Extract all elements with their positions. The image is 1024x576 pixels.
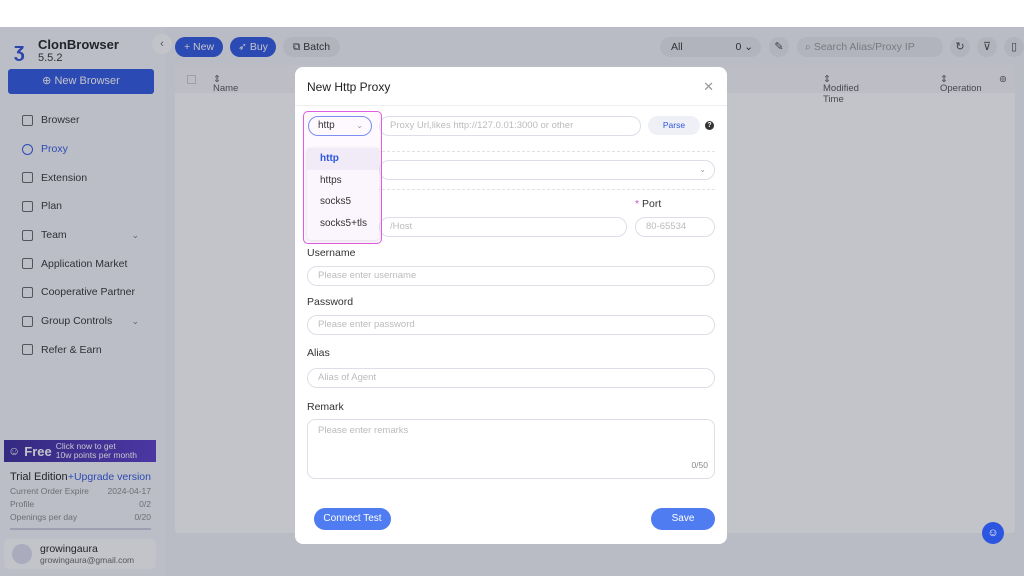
- chevron-down-icon: ⌄: [356, 121, 363, 130]
- support-button[interactable]: ☺: [982, 522, 1004, 544]
- type-select[interactable]: ⌄: [379, 160, 715, 180]
- remark-counter: 0/50: [691, 460, 708, 470]
- port-label: * Port: [635, 198, 662, 210]
- option-socks5[interactable]: socks5: [307, 191, 379, 213]
- protocol-dropdown: http https socks5 socks5+tls: [307, 148, 379, 240]
- divider: [295, 105, 727, 106]
- remark-textarea[interactable]: Please enter remarks 0/50: [307, 419, 715, 479]
- remark-label: Remark: [307, 401, 344, 413]
- parse-button[interactable]: Parse: [648, 116, 700, 135]
- dialog-title: New Http Proxy: [307, 80, 391, 94]
- top-strip: [0, 0, 1024, 27]
- port-input[interactable]: 80-65534: [635, 217, 715, 237]
- password-label: Password: [307, 296, 354, 308]
- password-input[interactable]: Please enter password: [307, 315, 715, 335]
- username-input[interactable]: Please enter username: [307, 266, 715, 286]
- close-icon[interactable]: ✕: [703, 79, 714, 95]
- remark-placeholder: Please enter remarks: [318, 425, 409, 436]
- protocol-value: http: [318, 120, 335, 131]
- proxy-url-input[interactable]: Proxy Url,likes http://127.0.01:3000 or …: [379, 116, 641, 136]
- chevron-down-icon: ⌄: [699, 165, 706, 174]
- option-socks5-tls[interactable]: socks5+tls: [307, 213, 379, 235]
- connect-test-button[interactable]: Connect Test: [314, 508, 391, 530]
- help-icon[interactable]: ?: [705, 121, 714, 130]
- alias-label: Alias: [307, 347, 330, 359]
- username-label: Username: [307, 247, 356, 259]
- option-http[interactable]: http: [307, 148, 379, 170]
- new-proxy-dialog: New Http Proxy ✕ Proxy Url,likes http://…: [295, 67, 727, 544]
- host-input[interactable]: /Host: [379, 217, 627, 237]
- protocol-select[interactable]: http ⌄: [308, 116, 372, 136]
- save-button[interactable]: Save: [651, 508, 715, 530]
- alias-input[interactable]: Alias of Agent: [307, 368, 715, 388]
- option-https[interactable]: https: [307, 170, 379, 192]
